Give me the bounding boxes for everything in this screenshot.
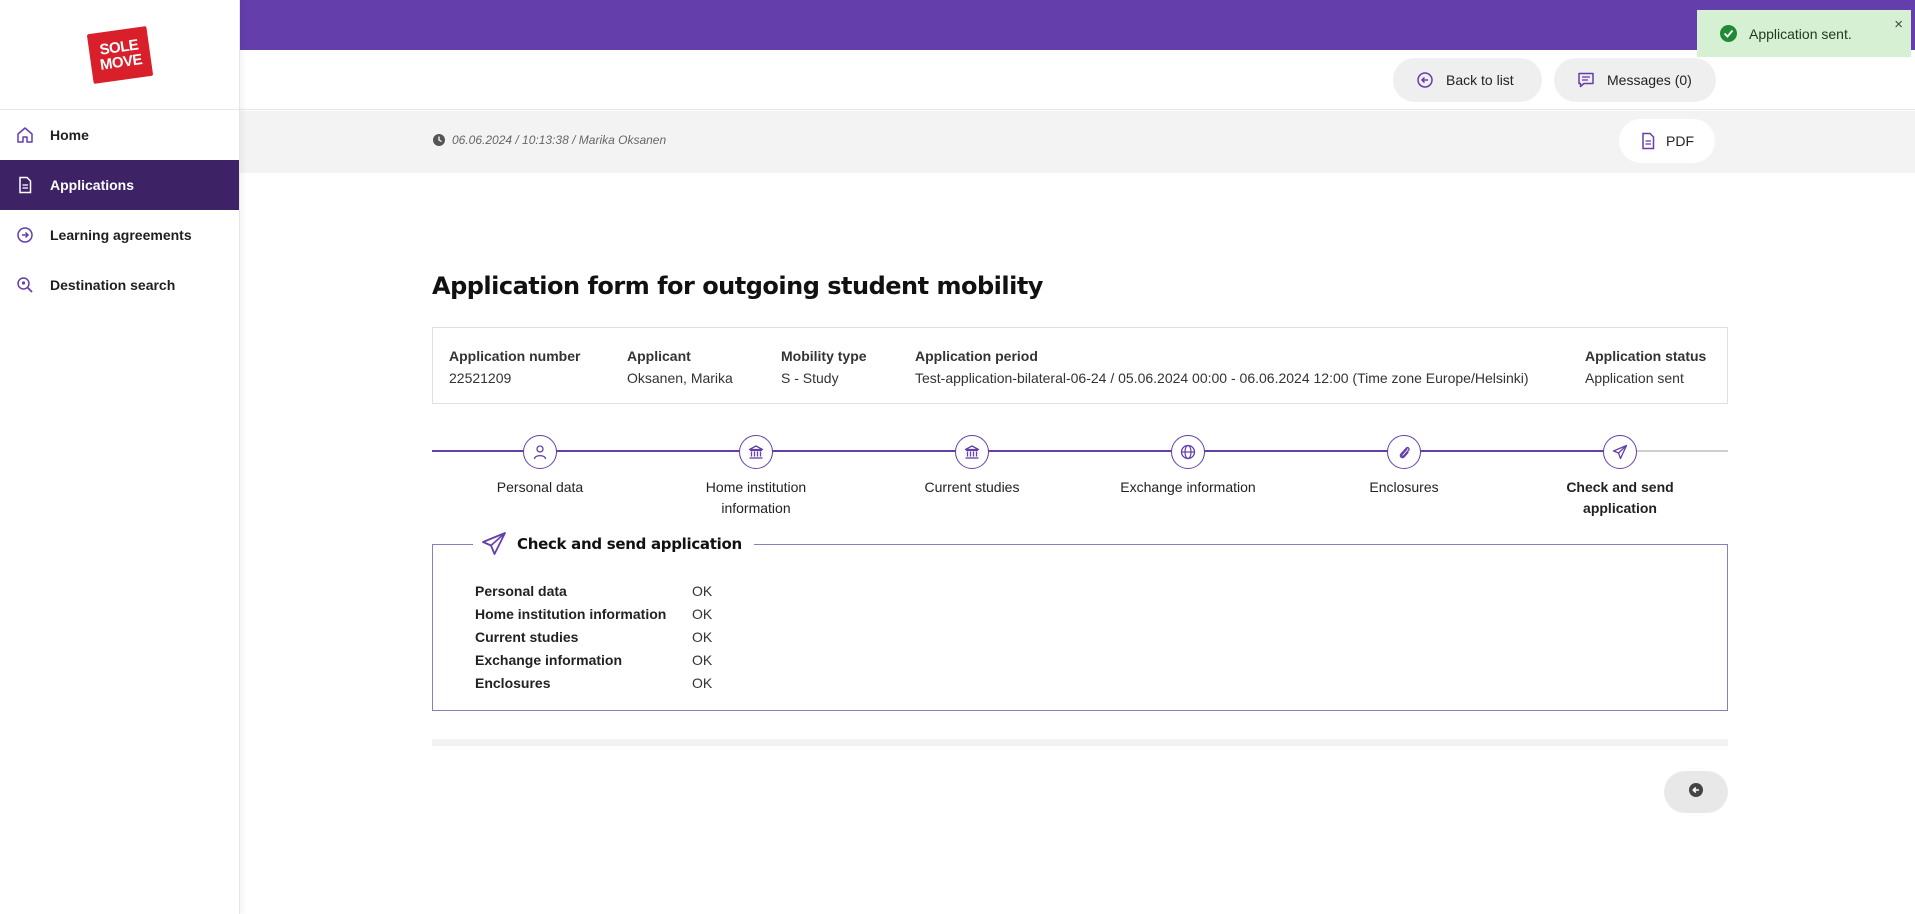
panel-title: Check and send application	[517, 535, 742, 553]
panel-header: Check and send application	[473, 531, 754, 557]
field-value: Application sent	[1585, 370, 1684, 386]
person-icon	[523, 435, 557, 469]
field-label: Application number	[449, 348, 581, 364]
list-item: Personal data OK	[475, 579, 712, 602]
step-exchange-information[interactable]: Exchange information	[1088, 435, 1288, 498]
list-item: Home institution information OK	[475, 602, 712, 625]
action-bar: Back to list Messages (0)	[240, 50, 1915, 110]
solemove-logo[interactable]: SOLE MOVE	[86, 25, 153, 84]
mobility-type-field: Mobility type S - Study	[781, 348, 867, 386]
document-icon	[16, 176, 34, 194]
application-period-field: Application period Test-application-bila…	[915, 348, 1529, 386]
step-current-studies[interactable]: Current studies	[872, 435, 1072, 498]
check-circle-icon	[1720, 25, 1737, 42]
step-label: Enclosures	[1369, 479, 1439, 495]
home-icon	[16, 126, 34, 144]
sidebar: SOLE MOVE Home Applications Learning agr…	[0, 0, 240, 914]
meta-bar: 06.06.2024 / 10:13:38 / Marika Oksanen P…	[240, 111, 1915, 173]
messages-button[interactable]: Messages (0)	[1554, 58, 1716, 102]
message-icon	[1577, 71, 1595, 89]
sidebar-item-label: Applications	[50, 177, 135, 193]
check-value: OK	[692, 582, 713, 599]
submission-meta: 06.06.2024 / 10:13:38 / Marika Oksanen	[432, 133, 666, 147]
step-check-and-send[interactable]: Check and send application	[1520, 435, 1720, 519]
check-and-send-panel: Check and send application Personal data…	[432, 531, 1728, 711]
application-status-field: Application status Application sent	[1585, 348, 1706, 386]
field-label: Applicant	[627, 348, 691, 364]
pdf-document-icon	[1640, 132, 1656, 150]
field-label: Mobility type	[781, 348, 867, 364]
messages-label: Messages (0)	[1607, 72, 1692, 88]
field-label: Application status	[1585, 348, 1707, 364]
sidebar-item-destination-search[interactable]: Destination search	[0, 260, 239, 310]
check-key: Personal data	[475, 582, 567, 599]
sidebar-item-label: Destination search	[50, 277, 176, 293]
form-stepper: Personal data Home institution informati…	[432, 435, 1728, 516]
check-value: OK	[692, 628, 713, 645]
check-key: Enclosures	[475, 674, 551, 691]
check-key: Exchange information	[475, 651, 623, 668]
arrow-left-circle-icon	[1688, 782, 1704, 802]
pdf-label: PDF	[1666, 133, 1694, 149]
list-item: Exchange information OK	[475, 648, 712, 671]
step-label: Check and send application	[1566, 479, 1674, 516]
submission-meta-text: 06.06.2024 / 10:13:38 / Marika Oksanen	[452, 133, 667, 147]
check-key: Home institution information	[475, 605, 667, 622]
close-icon[interactable]: ×	[1894, 16, 1903, 33]
back-to-list-button[interactable]: Back to list	[1393, 58, 1542, 102]
previous-step-button[interactable]	[1664, 771, 1728, 813]
success-toast: Application sent. ×	[1697, 10, 1911, 57]
arrow-left-circle-icon	[1416, 71, 1434, 89]
applicant-field: Applicant Oksanen, Marika	[627, 348, 733, 386]
search-location-icon	[16, 276, 34, 294]
step-label: Exchange information	[1120, 479, 1256, 495]
institution-icon	[955, 435, 989, 469]
sidebar-item-label: Learning agreements	[50, 227, 192, 243]
step-home-institution[interactable]: Home institution information	[656, 435, 856, 519]
list-item: Enclosures OK	[475, 671, 712, 694]
sidebar-item-home[interactable]: Home	[0, 110, 239, 160]
check-value: OK	[692, 674, 713, 691]
step-label: Current studies	[924, 479, 1020, 495]
step-enclosures[interactable]: Enclosures	[1304, 435, 1504, 498]
field-value: 22521209	[449, 370, 512, 386]
step-personal-data[interactable]: Personal data	[440, 435, 640, 498]
clock-icon	[432, 133, 446, 147]
paperclip-icon	[1387, 435, 1421, 469]
arrow-right-circle-icon	[16, 226, 34, 244]
application-summary: Application number 22521209 Applicant Ok…	[432, 327, 1728, 404]
globe-icon	[1171, 435, 1205, 469]
field-value: S - Study	[781, 370, 839, 386]
sidebar-item-applications[interactable]: Applications	[0, 160, 239, 210]
application-number-field: Application number 22521209	[449, 348, 580, 386]
list-item: Current studies OK	[475, 625, 712, 648]
back-to-list-label: Back to list	[1446, 72, 1514, 88]
divider	[432, 739, 1728, 746]
field-label: Application period	[915, 348, 1038, 364]
check-value: OK	[692, 605, 713, 622]
institution-icon	[739, 435, 773, 469]
field-value: Oksanen, Marika	[627, 370, 733, 386]
send-icon	[481, 531, 507, 557]
field-value: Test-application-bilateral-06-24 / 05.06…	[915, 370, 1529, 386]
sidebar-item-label: Home	[50, 127, 89, 143]
pdf-button[interactable]: PDF	[1619, 119, 1715, 163]
send-icon	[1603, 435, 1637, 469]
toast-message: Application sent.	[1749, 25, 1852, 42]
step-label: Home institution information	[705, 479, 807, 516]
sidebar-item-learning-agreements[interactable]: Learning agreements	[0, 210, 239, 260]
check-key: Current studies	[475, 628, 579, 645]
top-bar	[240, 0, 1915, 50]
logo-area: SOLE MOVE	[0, 0, 239, 110]
check-list: Personal data OK Home institution inform…	[475, 579, 712, 694]
check-value: OK	[692, 651, 713, 668]
step-label: Personal data	[496, 479, 584, 495]
page-title: Application form for outgoing student mo…	[432, 272, 1043, 300]
